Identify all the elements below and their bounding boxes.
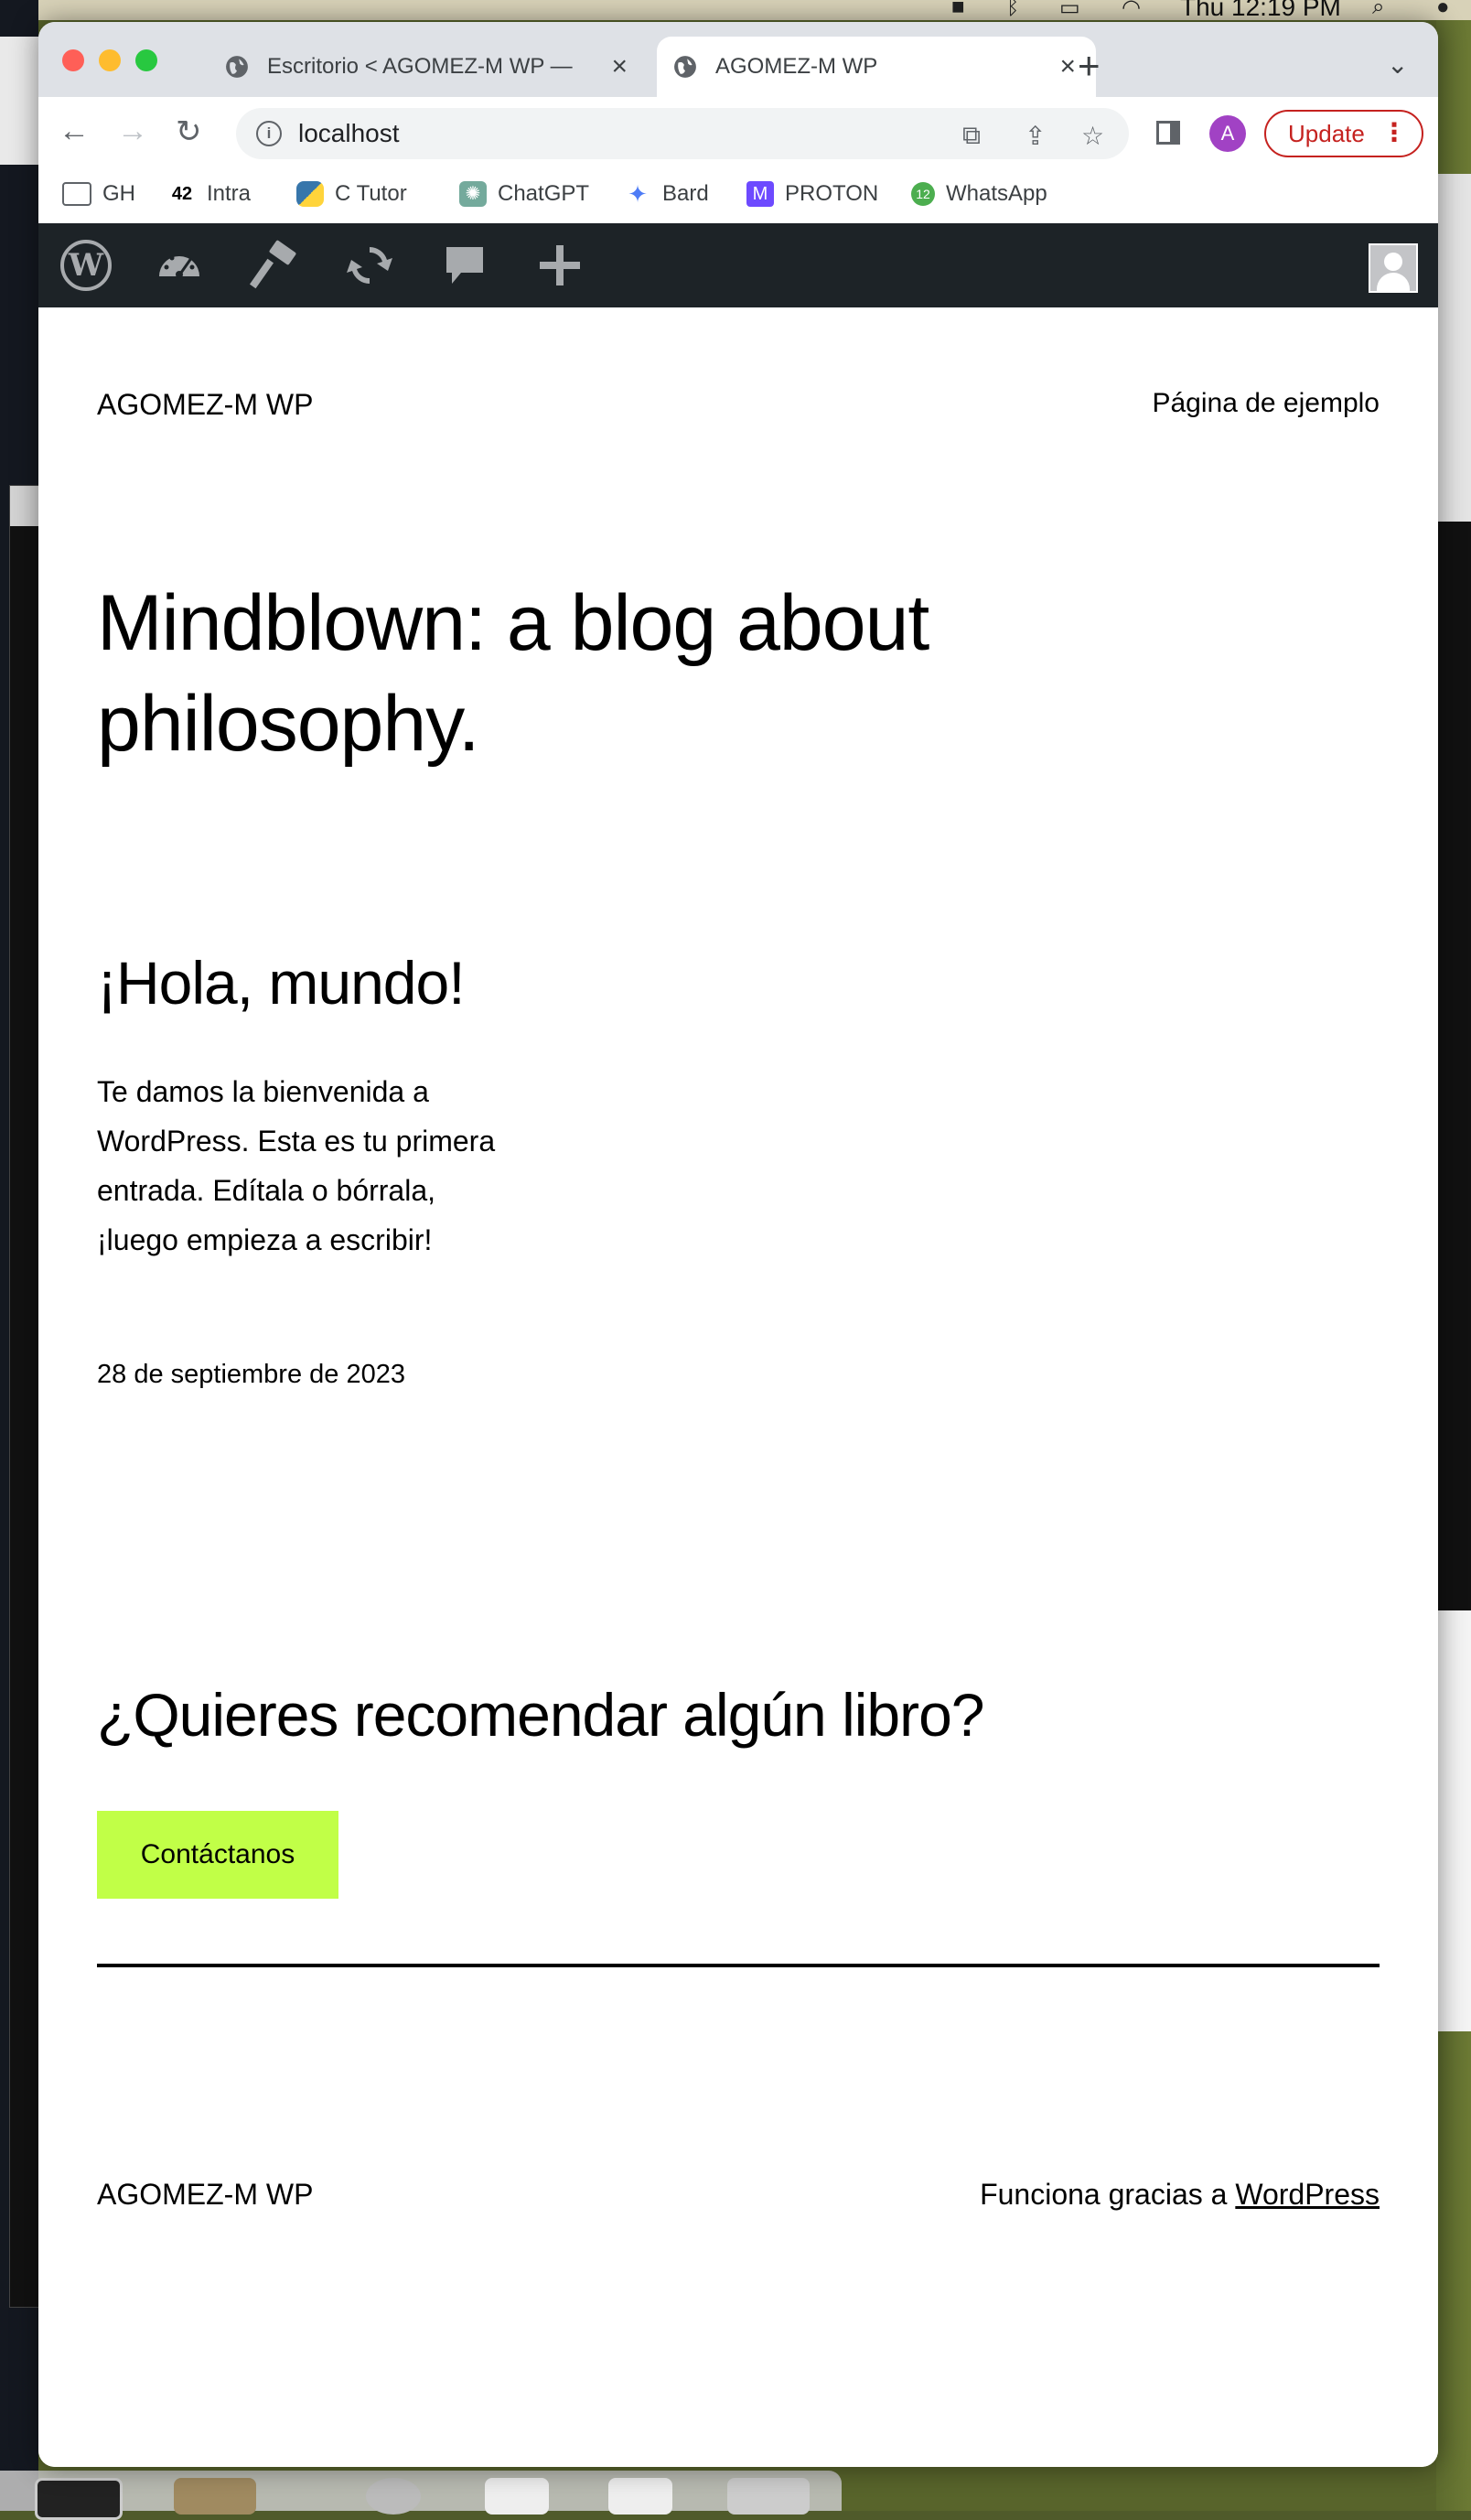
contact-button[interactable]: Contáctanos [97, 1811, 338, 1899]
wifi-icon[interactable]: ◠ [1122, 0, 1141, 21]
bookmark-gh[interactable]: GH [62, 181, 135, 207]
bookmark-star-icon[interactable]: ☆ [1081, 121, 1104, 151]
bookmarks-bar: GH 42 Intra C Tutor ✺ ChatGPT ✦ Bard M P… [38, 170, 1438, 224]
customize-icon[interactable] [249, 240, 300, 291]
bookmark-label: Intra [207, 181, 252, 206]
update-label: Update [1288, 119, 1365, 147]
globe-icon [674, 56, 696, 78]
post-title[interactable]: ¡Hola, mundo! [97, 948, 466, 1018]
tab-agomez-m-wp[interactable]: AGOMEZ-M WP × [657, 37, 1096, 97]
reload-button[interactable]: ↻ [176, 113, 202, 150]
tab-strip: Escritorio < AGOMEZ-M WP — × AGOMEZ-M WP… [38, 22, 1438, 97]
tab-title: Escritorio < AGOMEZ-M WP — [267, 54, 573, 79]
bookmark-bard[interactable]: ✦ Bard [624, 181, 709, 207]
close-window-button[interactable] [62, 49, 84, 71]
forward-button[interactable]: → [117, 113, 148, 149]
bluetooth-icon[interactable]: ᛒ [1006, 0, 1019, 20]
new-content-icon[interactable] [534, 240, 585, 291]
browser-toolbar: ← → ↻ i localhost ⧉ ⇪ ☆ A Update ⋮ [38, 97, 1438, 170]
address-bar[interactable]: i localhost ⧉ ⇪ ☆ [236, 108, 1129, 159]
menu-dots-icon: ⋮ [1381, 118, 1407, 146]
python-icon [296, 181, 324, 207]
bookmark-c-tutor[interactable]: C Tutor [296, 181, 407, 207]
side-panel-icon[interactable] [1156, 121, 1180, 145]
bookmark-label: ChatGPT [498, 181, 590, 206]
hero-heading: Mindblown: a blog about philosophy. [97, 579, 929, 768]
bookmark-label: WhatsApp [946, 181, 1047, 206]
avatar-head [1384, 253, 1402, 271]
user-avatar-icon[interactable] [1369, 243, 1418, 293]
mac-menubar: ■ ᛒ ▭ ◠ Thu 12:19 PM ⌕ ● [0, 0, 1471, 22]
app-icon[interactable]: ■ [951, 0, 965, 20]
bookmark-chatgpt[interactable]: ✺ ChatGPT [459, 181, 589, 207]
42-logo-icon: 42 [171, 184, 193, 204]
footer-divider [97, 1964, 1380, 1967]
updates-icon[interactable] [344, 240, 395, 291]
dock-document-icon[interactable] [608, 2478, 672, 2515]
menubar-clock[interactable]: Thu 12:19 PM [1180, 0, 1341, 22]
wp-page: AGOMEZ-M WP Página de ejemplo Mindblown:… [38, 307, 1438, 2467]
bookmark-proton[interactable]: M PROTON [746, 181, 878, 207]
wp-admin-bar: W [38, 223, 1438, 307]
comments-icon[interactable] [439, 240, 490, 291]
spotlight-icon[interactable]: ⌕ [1372, 0, 1384, 20]
background-window-strip [0, 37, 38, 165]
profile-avatar[interactable]: A [1209, 115, 1246, 152]
battery-icon[interactable]: ▭ [1059, 0, 1080, 21]
post-date[interactable]: 28 de septiembre de 2023 [97, 1360, 405, 1390]
tab-escritorio[interactable]: Escritorio < AGOMEZ-M WP — × [209, 37, 648, 97]
dock-trash-icon[interactable] [727, 2478, 810, 2515]
close-tab-icon[interactable]: × [611, 51, 628, 82]
footer-credit: Funciona gracias a WordPress [980, 2178, 1380, 2212]
back-button[interactable]: ← [59, 113, 90, 149]
bookmark-whatsapp[interactable]: 12 WhatsApp [911, 181, 1047, 207]
background-window-right [1438, 174, 1471, 1620]
whatsapp-icon: 12 [911, 182, 935, 206]
dock-finder-icon[interactable] [366, 2478, 421, 2515]
chatgpt-icon: ✺ [459, 181, 487, 207]
footer-credit-text: Funciona gracias a [980, 2178, 1236, 2211]
wordpress-link[interactable]: WordPress [1235, 2178, 1380, 2211]
minimize-window-button[interactable] [99, 49, 121, 71]
dashboard-icon[interactable] [154, 240, 205, 291]
dock-document-icon[interactable] [485, 2478, 549, 2515]
globe-icon [226, 56, 248, 78]
nav-link-sample-page[interactable]: Página de ejemplo [1152, 388, 1380, 419]
dock-preview-icon[interactable] [174, 2478, 256, 2515]
close-tab-icon[interactable]: × [1059, 51, 1076, 82]
browser-window: Escritorio < AGOMEZ-M WP — × AGOMEZ-M WP… [38, 22, 1438, 2467]
bookmark-label: GH [102, 181, 135, 206]
bookmark-label: C Tutor [335, 181, 407, 206]
dock [0, 2471, 842, 2520]
wordpress-logo-icon[interactable]: W [60, 240, 112, 291]
site-title[interactable]: AGOMEZ-M WP [97, 388, 313, 422]
bookmark-intra[interactable]: 42 Intra [168, 181, 251, 207]
bookmark-label: Bard [662, 181, 709, 206]
new-tab-button[interactable]: + [1078, 44, 1101, 88]
share-icon[interactable]: ⇪ [1025, 121, 1046, 151]
post-excerpt: Te damos la bienvenida a WordPress. Esta… [97, 1075, 496, 1256]
siri-icon[interactable]: ● [1436, 0, 1450, 20]
background-window-dark [1438, 522, 1471, 1620]
background-finder-list [1438, 1610, 1471, 2031]
translate-icon[interactable]: ⧉ [962, 121, 981, 151]
tab-title: AGOMEZ-M WP [715, 54, 878, 79]
cta-heading: ¿Quieres recomendar algún libro? [97, 1681, 985, 1749]
bookmark-label: PROTON [785, 181, 879, 206]
tab-search-chevron-icon[interactable]: ⌄ [1387, 49, 1408, 80]
dock-terminal-icon[interactable] [35, 2478, 123, 2520]
proton-icon: M [746, 181, 774, 207]
zoom-window-button[interactable] [135, 49, 157, 71]
avatar-body [1377, 273, 1410, 291]
footer-site-title[interactable]: AGOMEZ-M WP [97, 2178, 313, 2212]
site-info-icon[interactable]: i [256, 121, 282, 146]
bard-icon: ✦ [628, 180, 648, 208]
update-button[interactable]: Update ⋮ [1264, 110, 1423, 157]
folder-icon [62, 182, 91, 206]
url-text[interactable]: localhost [298, 119, 400, 148]
